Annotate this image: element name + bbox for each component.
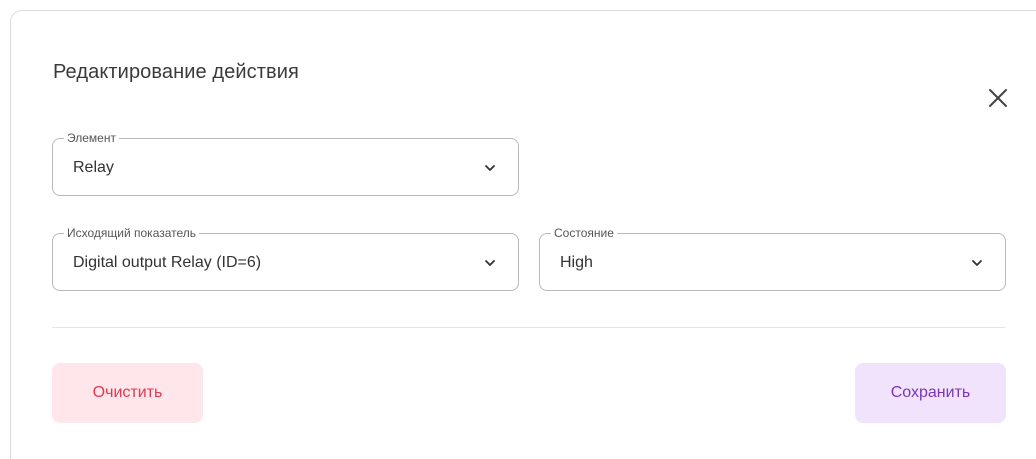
output-indicator-value: Digital output Relay (ID=6) — [73, 254, 262, 271]
state-select-value: High — [560, 254, 593, 271]
save-button[interactable]: Сохранить — [855, 363, 1006, 423]
close-button[interactable] — [987, 87, 1009, 109]
edit-action-dialog: Редактирование действия Элемент Relay Ис… — [10, 10, 1036, 459]
clear-button[interactable]: Очистить — [52, 363, 203, 423]
divider — [52, 327, 1005, 328]
close-icon — [989, 89, 1007, 107]
chevron-down-icon — [485, 165, 495, 171]
chevron-down-icon — [485, 260, 495, 266]
output-indicator-label: Исходящий показатель — [64, 225, 200, 241]
output-indicator-select[interactable]: Исходящий показатель Digital output Rela… — [52, 225, 519, 291]
element-select[interactable]: Элемент Relay — [52, 130, 519, 196]
state-select-label: Состояние — [551, 225, 617, 241]
dialog-title: Редактирование действия — [53, 61, 299, 83]
state-select[interactable]: Состояние High — [539, 225, 1006, 291]
element-select-label: Элемент — [64, 130, 119, 146]
element-select-value: Relay — [73, 159, 114, 176]
chevron-down-icon — [972, 260, 982, 266]
